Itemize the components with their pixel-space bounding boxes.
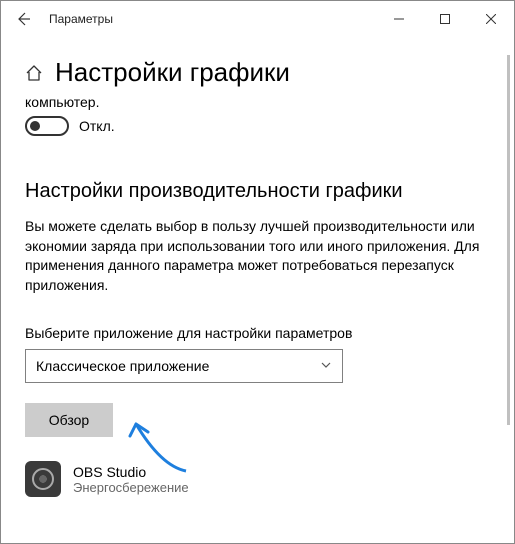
combobox-value: Классическое приложение xyxy=(36,358,209,374)
back-button[interactable] xyxy=(7,3,39,35)
app-type-combobox[interactable]: Классическое приложение xyxy=(25,349,343,383)
performance-description: Вы можете сделать выбор в пользу лучшей … xyxy=(25,217,490,295)
page-title: Настройки графики xyxy=(55,57,290,88)
minimize-button[interactable] xyxy=(376,1,422,37)
maximize-button[interactable] xyxy=(422,1,468,37)
app-list-item[interactable]: OBS Studio Энергосбережение xyxy=(25,461,490,497)
app-power-mode: Энергосбережение xyxy=(73,480,189,495)
performance-heading: Настройки производительности графики xyxy=(25,180,490,203)
home-icon[interactable] xyxy=(25,64,43,82)
browse-button[interactable]: Обзор xyxy=(25,403,113,437)
toggle-state-label: Откл. xyxy=(79,118,115,134)
chevron-down-icon xyxy=(320,359,332,374)
scrollbar[interactable] xyxy=(507,55,510,425)
close-button[interactable] xyxy=(468,1,514,37)
browse-button-label: Обзор xyxy=(49,412,89,428)
app-name: OBS Studio xyxy=(73,464,189,480)
obs-icon xyxy=(25,461,61,497)
truncated-text: компьютер. xyxy=(25,94,490,110)
hardware-toggle[interactable] xyxy=(25,116,69,136)
app-select-label: Выберите приложение для настройки параме… xyxy=(25,325,490,341)
window-title: Параметры xyxy=(49,12,113,26)
